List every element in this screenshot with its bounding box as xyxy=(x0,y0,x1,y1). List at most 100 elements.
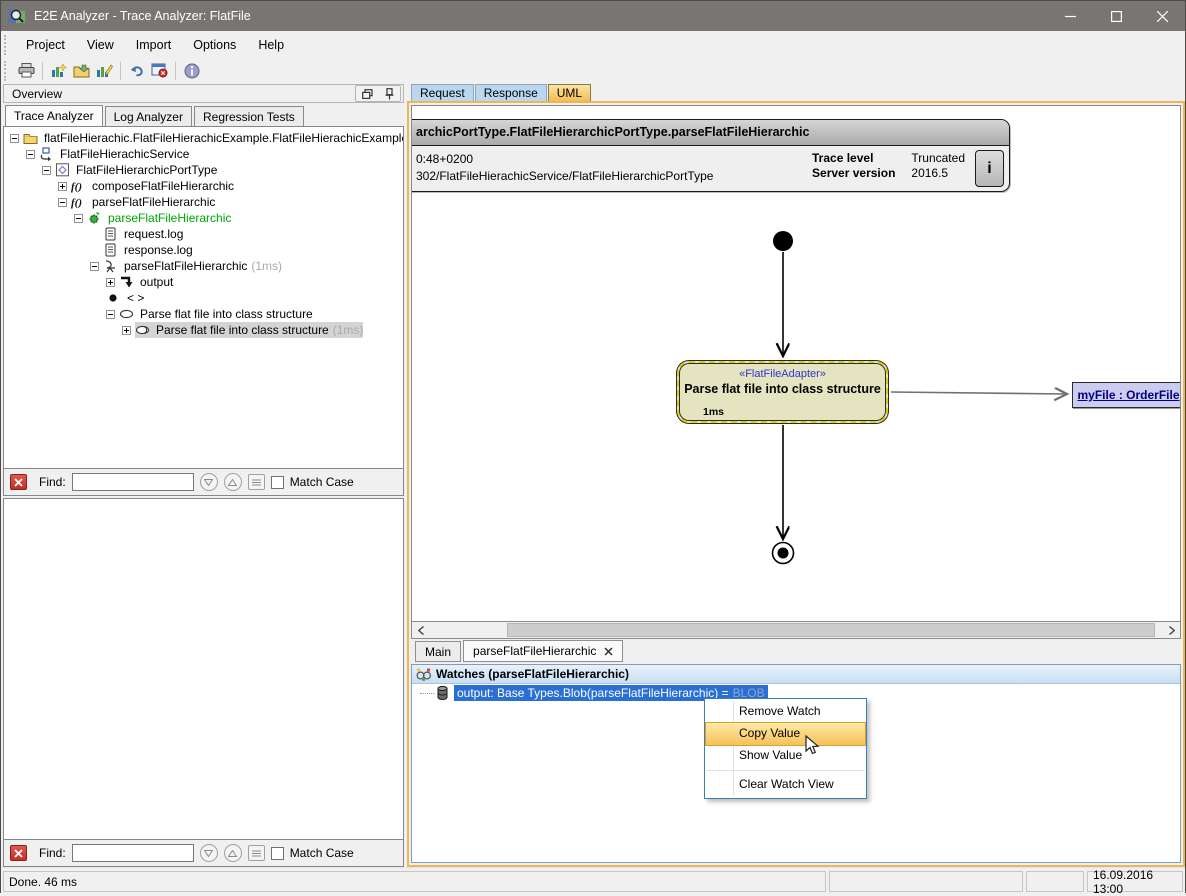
tab-parse-diagram[interactable]: parseFlatFileHierarchic xyxy=(463,640,623,662)
toolbar xyxy=(1,58,1185,83)
watches-icon xyxy=(416,668,431,681)
print-button[interactable] xyxy=(15,60,38,82)
undo-button[interactable] xyxy=(125,60,148,82)
activity-duration: 1ms xyxy=(703,406,724,418)
scroll-left-button[interactable] xyxy=(412,622,429,638)
menu-project[interactable]: Project xyxy=(15,34,76,56)
tree-item-parse-op[interactable]: f() parseFlatFileHierarchic xyxy=(4,194,403,210)
server-version-label: Server version xyxy=(812,166,895,180)
close-button[interactable] xyxy=(1139,1,1185,31)
tree-item-empty-value[interactable]: < > xyxy=(4,290,403,306)
arrow-right-icon xyxy=(1169,626,1175,635)
pin-panel-button[interactable] xyxy=(378,86,400,101)
gear-icon xyxy=(87,211,102,225)
find-input[interactable] xyxy=(72,473,194,491)
edit-model-icon xyxy=(96,63,113,79)
close-trace-window-icon xyxy=(151,63,168,78)
toolbar-grip-handle[interactable] xyxy=(4,61,12,81)
tree-item-service[interactable]: FlatFileHierachicService xyxy=(4,146,403,162)
overview-tab-strip: Trace Analyzer Log Analyzer Regression T… xyxy=(3,105,404,126)
find-close-button[interactable] xyxy=(10,474,27,490)
collapse-icon[interactable] xyxy=(106,310,115,319)
menu-options[interactable]: Options xyxy=(182,34,247,56)
tree-item-label: parseFlatFileHierarchic xyxy=(106,211,233,225)
new-model-button[interactable] xyxy=(47,60,70,82)
close-trace-window-button[interactable] xyxy=(148,60,171,82)
menu-bar: Project View Import Options Help xyxy=(1,31,1185,58)
collapse-icon[interactable] xyxy=(74,214,83,223)
svg-text:f(): f() xyxy=(71,197,82,209)
collapse-icon[interactable] xyxy=(10,134,19,143)
collapse-icon[interactable] xyxy=(26,150,35,159)
window-title: E2E Analyzer - Trace Analyzer: FlatFile xyxy=(34,9,251,23)
collapse-icon[interactable] xyxy=(90,262,99,271)
find-options-button[interactable] xyxy=(248,845,265,861)
collapse-icon[interactable] xyxy=(42,166,51,175)
find-close-button[interactable] xyxy=(10,845,27,861)
menu-grip-handle[interactable] xyxy=(4,35,12,55)
find-next-button[interactable] xyxy=(200,473,218,491)
edit-model-button[interactable] xyxy=(93,60,116,82)
menu-view[interactable]: View xyxy=(76,34,125,56)
match-case-checkbox[interactable] xyxy=(271,476,284,489)
tree-item-label: FlatFileHierachicService xyxy=(58,147,191,161)
menu-item-copy-value[interactable]: Copy Value xyxy=(706,723,865,745)
tab-uml[interactable]: UML xyxy=(548,84,591,101)
expand-icon[interactable] xyxy=(58,182,67,191)
find-input[interactable] xyxy=(72,844,194,862)
menu-import[interactable]: Import xyxy=(125,34,182,56)
object-node-myfile[interactable]: myFile : OrderFile xyxy=(1072,382,1181,408)
tab-regression-tests[interactable]: Regression Tests xyxy=(194,106,304,126)
scroll-thumb[interactable] xyxy=(507,623,1155,637)
tab-log-analyzer[interactable]: Log Analyzer xyxy=(105,106,192,126)
tree-item-porttype[interactable]: FlatFileHierarchicPortType xyxy=(4,162,403,178)
tab-request[interactable]: Request xyxy=(411,84,474,101)
title-bar[interactable]: E2E Analyzer - Trace Analyzer: FlatFile xyxy=(1,1,1185,31)
maximize-button[interactable] xyxy=(1093,1,1139,31)
find-options-button[interactable] xyxy=(248,474,265,490)
output-arrow-icon xyxy=(119,275,134,289)
match-case-checkbox[interactable] xyxy=(271,847,284,860)
menu-item-clear-watch-view[interactable]: Clear Watch View xyxy=(706,774,865,796)
find-previous-button[interactable] xyxy=(224,473,242,491)
expand-icon[interactable] xyxy=(122,326,131,335)
info-button[interactable] xyxy=(180,60,203,82)
uml-diagram-canvas[interactable]: archicPortType.FlatFileHierarchicPortTyp… xyxy=(411,105,1181,622)
close-tab-icon[interactable] xyxy=(604,647,613,656)
scroll-track[interactable] xyxy=(429,622,1163,638)
menu-item-remove-watch[interactable]: Remove Watch xyxy=(706,701,865,723)
tree-item-parse-activity[interactable]: parseFlatFileHierarchic (1ms) xyxy=(4,258,403,274)
tree-item-response-log[interactable]: response.log xyxy=(4,242,403,258)
expand-icon[interactable] xyxy=(106,278,115,287)
tree-item-parse-node-instance[interactable]: Parse flat file into class structure (1m… xyxy=(4,322,403,338)
status-bar: Done. 46 ms 16.09.2016 13:00 xyxy=(1,867,1185,894)
menu-help[interactable]: Help xyxy=(247,34,295,56)
close-icon xyxy=(1157,11,1168,22)
activity-node-parse[interactable]: «FlatFileAdapter» Parse flat file into c… xyxy=(677,361,888,423)
start-node[interactable] xyxy=(773,231,793,251)
diagram-horizontal-scrollbar[interactable] xyxy=(411,622,1181,639)
scroll-right-button[interactable] xyxy=(1163,622,1180,638)
find-previous-button[interactable] xyxy=(224,844,242,862)
trace-header-box: archicPortType.FlatFileHierarchicPortTyp… xyxy=(411,119,1010,192)
trace-info-button[interactable]: i xyxy=(975,150,1004,187)
open-model-button[interactable] xyxy=(70,60,93,82)
tab-trace-analyzer[interactable]: Trace Analyzer xyxy=(5,105,103,126)
tree-item-example[interactable]: flatFileHierachic.FlatFileHierachicExamp… xyxy=(4,130,403,146)
maximize-icon xyxy=(1111,11,1122,22)
tree-item-compose[interactable]: f() composeFlatFileHierarchic xyxy=(4,178,403,194)
server-version-value: 2016.5 xyxy=(911,166,965,180)
menu-item-show-value[interactable]: Show Value xyxy=(706,745,865,767)
tree-item-parse-trace[interactable]: parseFlatFileHierarchic xyxy=(4,210,403,226)
tab-main-diagram[interactable]: Main xyxy=(415,641,461,662)
find-label: Find: xyxy=(39,475,66,489)
minimize-button[interactable] xyxy=(1047,1,1093,31)
tree-item-request-log[interactable]: request.log xyxy=(4,226,403,242)
find-next-button[interactable] xyxy=(200,844,218,862)
tree-item-output[interactable]: output xyxy=(4,274,403,290)
tab-response[interactable]: Response xyxy=(475,84,547,101)
secondary-panel-body xyxy=(3,498,404,840)
float-panel-button[interactable] xyxy=(356,86,378,101)
collapse-icon[interactable] xyxy=(58,198,67,207)
tree-item-parse-node[interactable]: Parse flat file into class structure xyxy=(4,306,403,322)
